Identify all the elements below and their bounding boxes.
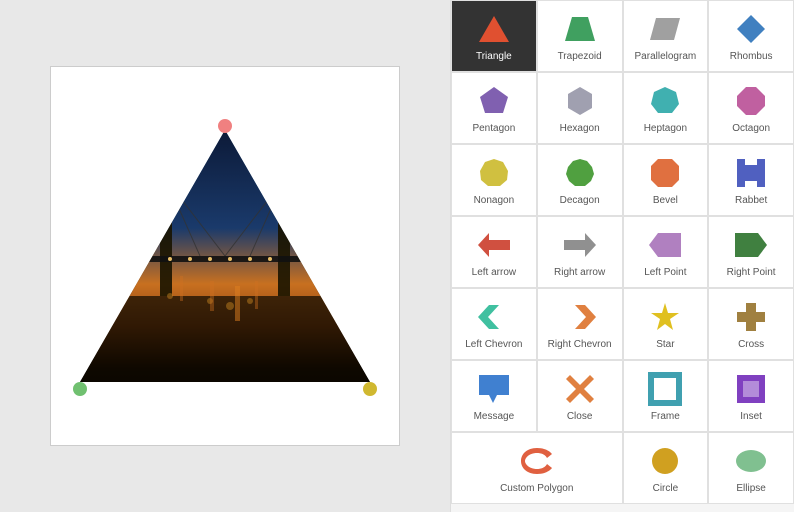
handle-top[interactable]: [218, 119, 232, 133]
shape-item-octagon[interactable]: Octagon: [708, 72, 794, 144]
shape-item-inset[interactable]: Inset: [708, 360, 794, 432]
shape-item-decagon[interactable]: Decagon: [537, 144, 623, 216]
rhombus-label: Rhombus: [730, 51, 773, 63]
decagon-label: Decagon: [560, 195, 600, 207]
bevel-label: Bevel: [653, 195, 678, 207]
ellipse-label: Ellipse: [736, 483, 765, 495]
trapezoid-label: Trapezoid: [558, 51, 602, 63]
right-arrow-label: Right arrow: [554, 267, 605, 279]
close-icon: [562, 371, 598, 407]
shape-item-custom-polygon[interactable]: Custom Polygon: [451, 432, 623, 504]
shape-item-right-arrow[interactable]: Right arrow: [537, 216, 623, 288]
parallelogram-label: Parallelogram: [635, 51, 697, 63]
pentagon-label: Pentagon: [472, 123, 515, 135]
left-point-icon: [647, 227, 683, 263]
left-arrow-icon: [476, 227, 512, 263]
shape-item-right-point[interactable]: Right Point: [708, 216, 794, 288]
canvas-area: [0, 0, 450, 512]
shape-item-circle[interactable]: Circle: [623, 432, 709, 504]
trapezoid-icon: [562, 11, 598, 47]
shape-panel: Triangle Trapezoid Parallelogram Rhombus: [450, 0, 794, 512]
shape-item-left-chevron[interactable]: Left Chevron: [451, 288, 537, 360]
left-point-label: Left Point: [644, 267, 686, 279]
nonagon-icon: [476, 155, 512, 191]
shape-container: [50, 66, 400, 446]
left-arrow-label: Left arrow: [472, 267, 516, 279]
close-label: Close: [567, 411, 593, 423]
shape-item-parallelogram[interactable]: Parallelogram: [623, 0, 709, 72]
shape-item-ellipse[interactable]: Ellipse: [708, 432, 794, 504]
triangle-icon: [476, 11, 512, 47]
right-point-icon: [733, 227, 769, 263]
hexagon-icon: [562, 83, 598, 119]
rabbet-label: Rabbet: [735, 195, 767, 207]
heptagon-label: Heptagon: [644, 123, 687, 135]
bevel-icon: [647, 155, 683, 191]
handle-bottom-right[interactable]: [363, 382, 377, 396]
message-icon: [476, 371, 512, 407]
cross-icon: [733, 299, 769, 335]
custom-polygon-icon: [519, 443, 555, 479]
cross-label: Cross: [738, 339, 764, 351]
shape-item-bevel[interactable]: Bevel: [623, 144, 709, 216]
parallelogram-icon: [647, 11, 683, 47]
shape-item-left-arrow[interactable]: Left arrow: [451, 216, 537, 288]
octagon-label: Octagon: [732, 123, 770, 135]
rhombus-icon: [733, 11, 769, 47]
rabbet-icon: [733, 155, 769, 191]
shape-item-frame[interactable]: Frame: [623, 360, 709, 432]
ellipse-icon: [733, 443, 769, 479]
shape-item-star[interactable]: Star: [623, 288, 709, 360]
inset-icon: [733, 371, 769, 407]
frame-label: Frame: [651, 411, 680, 423]
octagon-icon: [733, 83, 769, 119]
custom-polygon-label: Custom Polygon: [500, 483, 573, 495]
left-chevron-label: Left Chevron: [465, 339, 522, 351]
circle-label: Circle: [653, 483, 679, 495]
heptagon-icon: [647, 83, 683, 119]
triangle-wrapper: [80, 116, 370, 396]
shape-item-left-point[interactable]: Left Point: [623, 216, 709, 288]
shape-item-rabbet[interactable]: Rabbet: [708, 144, 794, 216]
shape-item-nonagon[interactable]: Nonagon: [451, 144, 537, 216]
star-label: Star: [656, 339, 674, 351]
inset-label: Inset: [740, 411, 762, 423]
handle-bottom-left[interactable]: [73, 382, 87, 396]
right-chevron-label: Right Chevron: [548, 339, 612, 351]
shape-item-triangle[interactable]: Triangle: [451, 0, 537, 72]
hexagon-label: Hexagon: [560, 123, 600, 135]
right-point-label: Right Point: [727, 267, 776, 279]
pentagon-icon: [476, 83, 512, 119]
triangle-fill: [80, 116, 370, 396]
shape-item-rhombus[interactable]: Rhombus: [708, 0, 794, 72]
shape-item-trapezoid[interactable]: Trapezoid: [537, 0, 623, 72]
shape-item-right-chevron[interactable]: Right Chevron: [537, 288, 623, 360]
shape-item-cross[interactable]: Cross: [708, 288, 794, 360]
shape-item-pentagon[interactable]: Pentagon: [451, 72, 537, 144]
nonagon-label: Nonagon: [474, 195, 515, 207]
frame-icon: [647, 371, 683, 407]
shape-item-message[interactable]: Message: [451, 360, 537, 432]
triangle-label: Triangle: [476, 51, 512, 63]
right-arrow-icon: [562, 227, 598, 263]
star-icon: [647, 299, 683, 335]
circle-icon: [647, 443, 683, 479]
shape-item-close[interactable]: Close: [537, 360, 623, 432]
decagon-icon: [562, 155, 598, 191]
left-chevron-icon: [476, 299, 512, 335]
shape-item-heptagon[interactable]: Heptagon: [623, 72, 709, 144]
shape-item-hexagon[interactable]: Hexagon: [537, 72, 623, 144]
right-chevron-icon: [562, 299, 598, 335]
message-label: Message: [474, 411, 515, 423]
